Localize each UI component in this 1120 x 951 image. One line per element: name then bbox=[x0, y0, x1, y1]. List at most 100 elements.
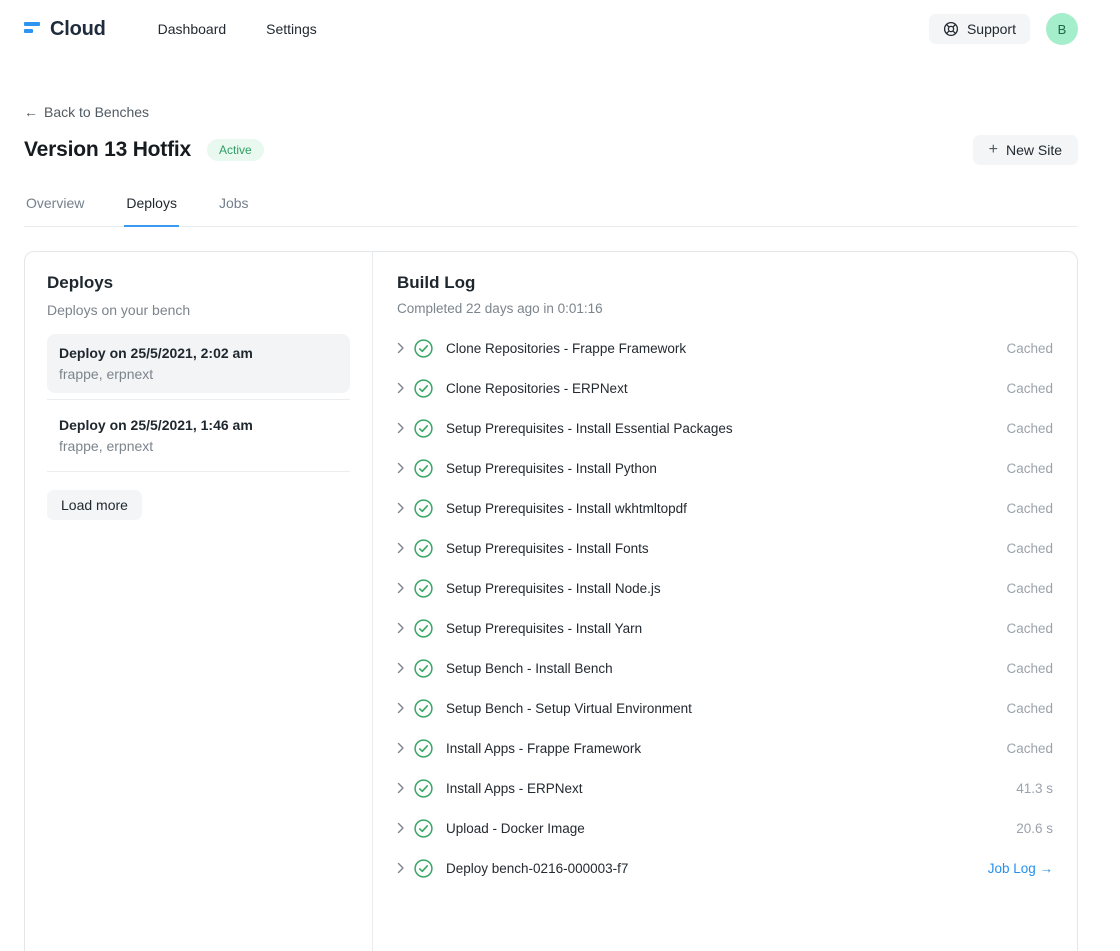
title-row: Version 13 Hotfix Active + New Site bbox=[24, 135, 1078, 165]
chevron-right-icon[interactable] bbox=[397, 502, 405, 514]
step-status: 41.3 s bbox=[1016, 781, 1053, 796]
chevron-right-icon[interactable] bbox=[397, 662, 405, 674]
list-divider bbox=[47, 399, 350, 400]
build-step-row[interactable]: Install Apps - ERPNext 41.3 s bbox=[397, 768, 1053, 808]
step-status: Cached bbox=[1006, 381, 1053, 396]
chevron-right-icon[interactable] bbox=[397, 462, 405, 474]
check-circle-icon bbox=[414, 779, 433, 798]
check-circle-icon bbox=[414, 459, 433, 478]
deploy-list-item[interactable]: Deploy on 25/5/2021, 2:02 am frappe, erp… bbox=[47, 334, 350, 393]
chevron-right-icon[interactable] bbox=[397, 382, 405, 394]
build-step-row[interactable]: Setup Prerequisites - Install wkhtmltopd… bbox=[397, 488, 1053, 528]
build-log-panel: Build Log Completed 22 days ago in 0:01:… bbox=[373, 252, 1077, 951]
build-step-row[interactable]: Install Apps - Frappe Framework Cached bbox=[397, 728, 1053, 768]
back-to-benches-link[interactable]: ← Back to Benches bbox=[24, 104, 149, 120]
tab-bar: Overview Deploys Jobs bbox=[24, 187, 1078, 227]
back-arrow-icon: ← bbox=[24, 104, 38, 120]
brand-name: Cloud bbox=[50, 18, 106, 41]
step-status: Cached bbox=[1006, 621, 1053, 636]
frappe-cloud-logo[interactable]: Cloud bbox=[24, 18, 106, 41]
build-step-row[interactable]: Clone Repositories - ERPNext Cached bbox=[397, 368, 1053, 408]
build-step-row[interactable]: Setup Bench - Setup Virtual Environment … bbox=[397, 688, 1053, 728]
build-step-row[interactable]: Setup Prerequisites - Install Python Cac… bbox=[397, 448, 1053, 488]
chevron-right-icon[interactable] bbox=[397, 702, 405, 714]
chevron-right-icon[interactable] bbox=[397, 862, 405, 874]
load-more-button[interactable]: Load more bbox=[47, 490, 142, 520]
build-step-row[interactable]: Setup Bench - Install Bench Cached bbox=[397, 648, 1053, 688]
chevron-right-icon[interactable] bbox=[397, 742, 405, 754]
page-container: ← Back to Benches Version 13 Hotfix Acti… bbox=[24, 58, 1078, 951]
step-name: Setup Prerequisites - Install Fonts bbox=[446, 541, 1006, 556]
nav-item-dashboard[interactable]: Dashboard bbox=[158, 21, 227, 37]
top-navbar: Cloud Dashboard Settings Support B bbox=[0, 0, 1120, 58]
new-site-label: New Site bbox=[1006, 142, 1062, 158]
build-step-row[interactable]: Upload - Docker Image 20.6 s bbox=[397, 808, 1053, 848]
step-name: Upload - Docker Image bbox=[446, 821, 1016, 836]
check-circle-icon bbox=[414, 539, 433, 558]
step-status: Cached bbox=[1006, 701, 1053, 716]
check-circle-icon bbox=[414, 619, 433, 638]
build-step-row[interactable]: Setup Prerequisites - Install Fonts Cach… bbox=[397, 528, 1053, 568]
check-circle-icon bbox=[414, 859, 433, 878]
job-log-link[interactable]: Job Log → bbox=[988, 861, 1053, 876]
chevron-right-icon[interactable] bbox=[397, 622, 405, 634]
step-status: Cached bbox=[1006, 541, 1053, 556]
deploy-item-title: Deploy on 25/5/2021, 1:46 am bbox=[59, 417, 338, 433]
deploys-panel: Deploys Deploys on your bench Deploy on … bbox=[25, 252, 373, 951]
support-button[interactable]: Support bbox=[929, 14, 1030, 44]
nav-item-settings[interactable]: Settings bbox=[266, 21, 317, 37]
deploys-card: Deploys Deploys on your bench Deploy on … bbox=[24, 251, 1078, 951]
tab-jobs[interactable]: Jobs bbox=[217, 187, 251, 227]
check-circle-icon bbox=[414, 699, 433, 718]
back-link-label: Back to Benches bbox=[44, 104, 149, 120]
step-name: Clone Repositories - ERPNext bbox=[446, 381, 1006, 396]
step-name: Setup Prerequisites - Install Yarn bbox=[446, 621, 1006, 636]
step-name: Deploy bench-0216-000003-f7 bbox=[446, 861, 988, 876]
build-step-row[interactable]: Setup Prerequisites - Install Essential … bbox=[397, 408, 1053, 448]
step-name: Setup Bench - Setup Virtual Environment bbox=[446, 701, 1006, 716]
deploy-list: Deploy on 25/5/2021, 2:02 am frappe, erp… bbox=[47, 334, 350, 472]
check-circle-icon bbox=[414, 579, 433, 598]
build-log-title: Build Log bbox=[397, 273, 1053, 293]
main-nav: Dashboard Settings bbox=[158, 21, 317, 37]
frappe-logo-icon bbox=[24, 22, 41, 37]
step-status: Cached bbox=[1006, 461, 1053, 476]
chevron-right-icon[interactable] bbox=[397, 422, 405, 434]
step-status: Cached bbox=[1006, 341, 1053, 356]
build-step-row[interactable]: Setup Prerequisites - Install Node.js Ca… bbox=[397, 568, 1053, 608]
step-name: Setup Prerequisites - Install Essential … bbox=[446, 421, 1006, 436]
support-label: Support bbox=[967, 21, 1016, 37]
status-badge: Active bbox=[207, 139, 264, 161]
chevron-right-icon[interactable] bbox=[397, 782, 405, 794]
build-step-row[interactable]: Clone Repositories - Frappe Framework Ca… bbox=[397, 328, 1053, 368]
user-avatar[interactable]: B bbox=[1046, 13, 1078, 45]
step-name: Install Apps - Frappe Framework bbox=[446, 741, 1006, 756]
deploy-list-item[interactable]: Deploy on 25/5/2021, 1:46 am frappe, erp… bbox=[47, 406, 350, 465]
step-name: Setup Bench - Install Bench bbox=[446, 661, 1006, 676]
check-circle-icon bbox=[414, 419, 433, 438]
build-log-steps: Clone Repositories - Frappe Framework Ca… bbox=[397, 328, 1053, 888]
deploys-panel-title: Deploys bbox=[47, 273, 350, 293]
step-name: Clone Repositories - Frappe Framework bbox=[446, 341, 1006, 356]
tab-deploys[interactable]: Deploys bbox=[124, 187, 179, 227]
chevron-right-icon[interactable] bbox=[397, 582, 405, 594]
plus-icon: + bbox=[989, 142, 998, 158]
check-circle-icon bbox=[414, 339, 433, 358]
step-name: Setup Prerequisites - Install Python bbox=[446, 461, 1006, 476]
check-circle-icon bbox=[414, 659, 433, 678]
check-circle-icon bbox=[414, 819, 433, 838]
build-log-status-line: Completed 22 days ago in 0:01:16 bbox=[397, 301, 1053, 316]
chevron-right-icon[interactable] bbox=[397, 822, 405, 834]
step-status: Cached bbox=[1006, 741, 1053, 756]
step-name: Setup Prerequisites - Install wkhtmltopd… bbox=[446, 501, 1006, 516]
step-status: Cached bbox=[1006, 581, 1053, 596]
tab-overview[interactable]: Overview bbox=[24, 187, 86, 227]
build-step-row[interactable]: Deploy bench-0216-000003-f7 Job Log → bbox=[397, 848, 1053, 888]
deploy-item-apps: frappe, erpnext bbox=[59, 366, 338, 382]
build-step-row[interactable]: Setup Prerequisites - Install Yarn Cache… bbox=[397, 608, 1053, 648]
check-circle-icon bbox=[414, 499, 433, 518]
new-site-button[interactable]: + New Site bbox=[973, 135, 1078, 165]
chevron-right-icon[interactable] bbox=[397, 342, 405, 354]
step-status: 20.6 s bbox=[1016, 821, 1053, 836]
chevron-right-icon[interactable] bbox=[397, 542, 405, 554]
